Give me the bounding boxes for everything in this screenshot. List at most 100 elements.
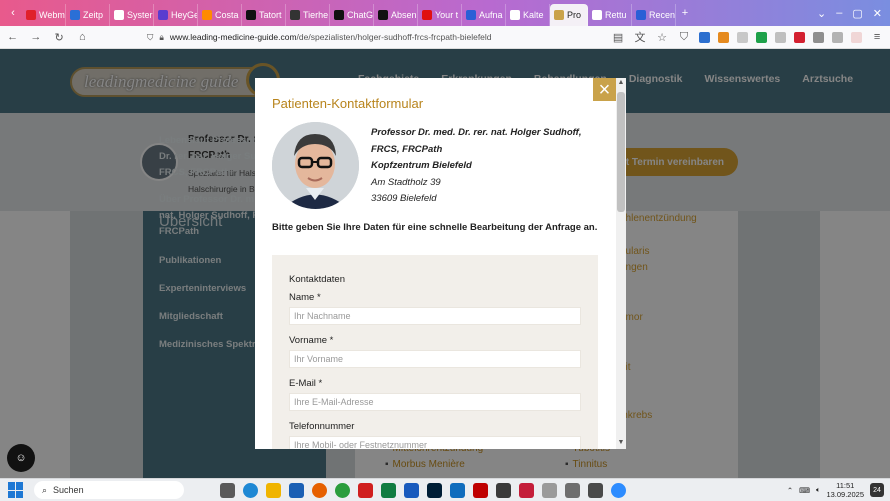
url-bar[interactable]: ⛉ 🔒︎ www.leading-medicine-guide.com/de/s… bbox=[147, 32, 601, 43]
translate-icon[interactable]: 文 bbox=[633, 29, 647, 45]
search-icon: ⌕ bbox=[42, 484, 48, 495]
form-intro: Bitte geben Sie Ihre Daten für eine schn… bbox=[272, 222, 598, 233]
tab-10[interactable]: Aufna bbox=[462, 4, 506, 26]
scrollbar-thumb[interactable] bbox=[617, 92, 625, 212]
outlook-icon[interactable] bbox=[450, 482, 465, 498]
app-icon[interactable] bbox=[588, 482, 603, 498]
taskbar-apps bbox=[220, 482, 626, 498]
keyboard-icon[interactable]: ⌨ bbox=[799, 486, 810, 495]
tab-label: Rettu bbox=[605, 10, 627, 20]
back-icon[interactable]: ← bbox=[6, 31, 19, 43]
app-icon[interactable] bbox=[565, 482, 580, 498]
tab-label: Aufna bbox=[479, 10, 503, 20]
extension-icon[interactable] bbox=[775, 31, 787, 43]
pocket-icon[interactable]: ⛉ bbox=[677, 31, 691, 44]
tab-13[interactable]: Rettu bbox=[588, 4, 632, 26]
scroll-up-icon[interactable]: ▲ bbox=[616, 79, 626, 86]
accessibility-widget-icon[interactable]: ☺ bbox=[7, 444, 35, 472]
file-explorer-icon[interactable] bbox=[266, 482, 281, 498]
ublock-icon[interactable] bbox=[794, 31, 806, 43]
shield-icon[interactable]: ⛉ bbox=[147, 32, 153, 43]
chrome-icon[interactable] bbox=[335, 482, 350, 498]
name-field[interactable] bbox=[289, 307, 581, 325]
tray-chevron-icon[interactable]: ⌃ bbox=[787, 486, 793, 495]
extension-icon[interactable] bbox=[699, 31, 711, 43]
firstname-label: Vorname * bbox=[289, 335, 334, 346]
app-icon[interactable] bbox=[542, 482, 557, 498]
doctor-portrait-image bbox=[272, 122, 359, 209]
clock[interactable]: 11:51 13.09.2025 bbox=[826, 481, 864, 499]
clinic-city: 33609 Bielefeld bbox=[371, 193, 437, 204]
scroll-down-icon[interactable]: ▼ bbox=[616, 439, 626, 446]
store-icon[interactable] bbox=[289, 482, 304, 498]
window-controls: ⌄ – ▢ ✕ bbox=[817, 7, 890, 20]
app-icon[interactable] bbox=[496, 482, 511, 498]
close-icon: × bbox=[598, 78, 611, 101]
notification-badge[interactable]: 24 bbox=[870, 483, 884, 497]
tab-8[interactable]: Absen bbox=[374, 4, 418, 26]
extension-icon[interactable] bbox=[718, 31, 730, 43]
tab-1[interactable]: Zeitp bbox=[66, 4, 110, 26]
tab-6[interactable]: Tierhe bbox=[286, 4, 330, 26]
tab-favicon-icon bbox=[202, 10, 212, 20]
extensions-puzzle-icon[interactable] bbox=[832, 31, 844, 43]
tab-favicon-icon bbox=[290, 10, 300, 20]
reader-view-icon[interactable]: ▤ bbox=[611, 31, 625, 44]
tab-overflow-icon[interactable]: ⌄ bbox=[817, 7, 826, 20]
task-view-icon[interactable] bbox=[220, 482, 235, 498]
tab-4[interactable]: Costa bbox=[198, 4, 242, 26]
tab-list: Webm Zeitp Syster HeyGe Costa Tatort Tierhe Cha… bbox=[22, 0, 676, 26]
lock-icon[interactable]: 🔒︎ bbox=[159, 32, 164, 43]
firefox-icon[interactable] bbox=[312, 482, 327, 498]
tab-11[interactable]: Kalte bbox=[506, 4, 550, 26]
edge-icon[interactable] bbox=[243, 482, 258, 498]
clinic-street: Am Stadtholz 39 bbox=[371, 176, 441, 188]
tab-9[interactable]: Your t bbox=[418, 4, 462, 26]
contact-form: Kontaktdaten Name * Vorname * E-Mail * T… bbox=[272, 255, 598, 449]
word-icon[interactable] bbox=[404, 482, 419, 498]
phone-field[interactable] bbox=[289, 436, 581, 449]
windows-start-icon[interactable] bbox=[8, 482, 24, 498]
excel-icon[interactable] bbox=[381, 482, 396, 498]
forward-icon[interactable]: → bbox=[29, 31, 42, 43]
tab-label: Zeitp bbox=[83, 10, 104, 20]
taskbar-search[interactable]: ⌕ Suchen bbox=[34, 481, 184, 499]
email-field[interactable] bbox=[289, 393, 581, 411]
firstname-field[interactable] bbox=[289, 350, 581, 368]
acrobat-icon[interactable] bbox=[358, 482, 373, 498]
tab-5[interactable]: Tatort bbox=[242, 4, 286, 26]
extension-icon[interactable] bbox=[737, 31, 749, 43]
tab-list-icon[interactable]: ‹ bbox=[4, 7, 22, 19]
tab-favicon-icon bbox=[158, 10, 168, 20]
tab-14[interactable]: Recen bbox=[632, 4, 676, 26]
menu-icon[interactable]: ≡ bbox=[870, 31, 884, 43]
profile-icon[interactable] bbox=[851, 31, 863, 43]
new-tab-button[interactable]: + bbox=[676, 7, 694, 19]
tab-12[interactable]: Pro✕ bbox=[550, 4, 588, 26]
bookmark-star-icon[interactable]: ☆ bbox=[655, 31, 669, 44]
tab-3[interactable]: HeyGe bbox=[154, 4, 198, 26]
minimize-icon[interactable]: – bbox=[836, 7, 842, 19]
photoshop-icon[interactable] bbox=[427, 482, 442, 498]
maximize-icon[interactable]: ▢ bbox=[852, 7, 862, 20]
close-window-icon[interactable]: ✕ bbox=[873, 7, 882, 20]
tab-label: Your t bbox=[435, 10, 459, 20]
tab-2[interactable]: Syster bbox=[110, 4, 154, 26]
home-icon[interactable]: ⌂ bbox=[76, 31, 89, 43]
volume-icon[interactable]: 🔈︎ bbox=[816, 485, 821, 495]
tab-label: Recen bbox=[649, 10, 676, 20]
tab-7[interactable]: ChatG bbox=[330, 4, 374, 26]
tab-0[interactable]: Webm bbox=[22, 4, 66, 26]
clinic-name: Kopfzentrum Bielefeld bbox=[371, 160, 472, 171]
tab-favicon-icon bbox=[592, 10, 602, 20]
extension-icon[interactable] bbox=[813, 31, 825, 43]
reload-icon[interactable]: ↻ bbox=[53, 31, 66, 44]
app-icon[interactable] bbox=[519, 482, 534, 498]
close-modal-button[interactable]: × bbox=[593, 78, 616, 101]
name-label: Name * bbox=[289, 292, 321, 303]
zoom-icon[interactable] bbox=[611, 482, 626, 498]
checkmark-extension-icon[interactable] bbox=[756, 31, 768, 43]
modal-scrollbar[interactable]: ▲ ▼ bbox=[616, 78, 626, 449]
filezilla-icon[interactable] bbox=[473, 482, 488, 498]
doctor-name: Professor Dr. med. Dr. rer. nat. Holger … bbox=[371, 127, 582, 138]
